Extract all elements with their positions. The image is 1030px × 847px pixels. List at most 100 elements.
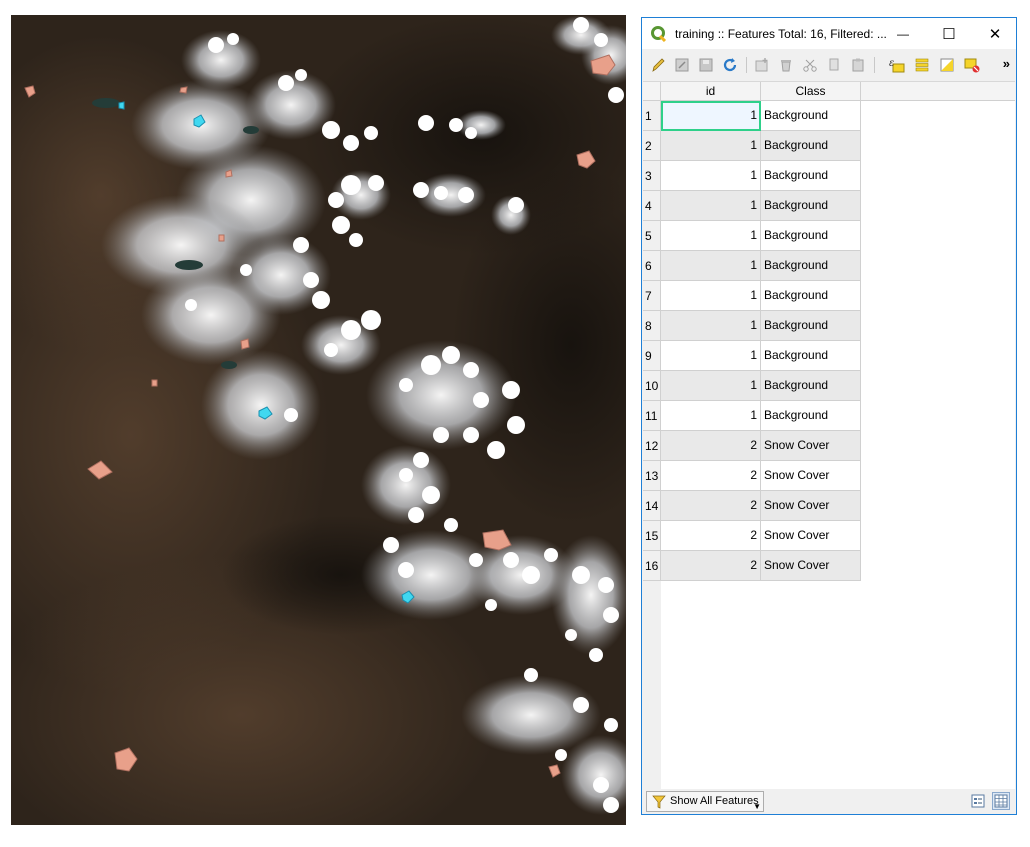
toolbar: ε » bbox=[642, 49, 1016, 81]
row-number[interactable]: 6 bbox=[643, 251, 661, 281]
cell-id[interactable]: 1 bbox=[661, 311, 761, 341]
cell-class[interactable]: Background bbox=[761, 101, 861, 131]
table-row[interactable]: 6 1 Background bbox=[643, 251, 861, 281]
cell-id[interactable]: 2 bbox=[661, 491, 761, 521]
form-view-button[interactable] bbox=[969, 792, 987, 810]
cell-class[interactable]: Background bbox=[761, 371, 861, 401]
cell-class[interactable]: Background bbox=[761, 221, 861, 251]
row-number[interactable]: 9 bbox=[643, 341, 661, 371]
row-number[interactable]: 2 bbox=[643, 131, 661, 161]
table-row[interactable]: 15 2 Snow Cover bbox=[643, 521, 861, 551]
cell-id[interactable]: 1 bbox=[661, 251, 761, 281]
close-button[interactable]: ✕ bbox=[972, 18, 1018, 49]
cell-id[interactable]: 1 bbox=[661, 101, 761, 131]
maximize-button[interactable]: ☐ bbox=[926, 18, 972, 49]
cell-id[interactable]: 1 bbox=[661, 191, 761, 221]
toggle-edit-icon[interactable] bbox=[648, 55, 668, 75]
cell-class[interactable]: Background bbox=[761, 131, 861, 161]
cell-id[interactable]: 1 bbox=[661, 281, 761, 311]
cell-id[interactable]: 1 bbox=[661, 341, 761, 371]
row-number[interactable]: 13 bbox=[643, 461, 661, 491]
minimize-button[interactable]: — bbox=[880, 18, 926, 49]
cell-id[interactable]: 2 bbox=[661, 461, 761, 491]
cell-class[interactable]: Snow Cover bbox=[761, 431, 861, 461]
table-row[interactable]: 8 1 Background bbox=[643, 311, 861, 341]
filter-label: Show All Features bbox=[670, 795, 759, 807]
row-number[interactable]: 11 bbox=[643, 401, 661, 431]
map-canvas[interactable] bbox=[11, 15, 626, 825]
cell-id[interactable]: 2 bbox=[661, 551, 761, 581]
feature-filter-button[interactable]: Show All Features ▼ bbox=[646, 791, 764, 812]
attribute-table[interactable]: id Class 1 1 Background 2 1 Background 3 1 Backg… bbox=[643, 81, 1015, 789]
table-row[interactable]: 4 1 Background bbox=[643, 191, 861, 221]
row-number[interactable]: 10 bbox=[643, 371, 661, 401]
table-view-button[interactable] bbox=[992, 792, 1010, 810]
cell-id[interactable]: 1 bbox=[661, 371, 761, 401]
table-row[interactable]: 2 1 Background bbox=[643, 131, 861, 161]
select-all-icon[interactable] bbox=[912, 55, 932, 75]
cell-class[interactable]: Background bbox=[761, 191, 861, 221]
attribute-table-window: training :: Features Total: 16, Filtered… bbox=[641, 17, 1017, 815]
paste-icon[interactable] bbox=[848, 55, 868, 75]
header-filler bbox=[861, 82, 1015, 101]
cell-id[interactable]: 1 bbox=[661, 161, 761, 191]
cell-class[interactable]: Background bbox=[761, 401, 861, 431]
cell-class[interactable]: Background bbox=[761, 341, 861, 371]
table-row[interactable]: 16 2 Snow Cover bbox=[643, 551, 861, 581]
cell-class[interactable]: Background bbox=[761, 281, 861, 311]
table-row[interactable]: 10 1 Background bbox=[643, 371, 861, 401]
chevron-down-icon: ▼ bbox=[753, 802, 761, 811]
reload-icon[interactable] bbox=[720, 55, 740, 75]
table-row[interactable]: 14 2 Snow Cover bbox=[643, 491, 861, 521]
table-row[interactable]: 3 1 Background bbox=[643, 161, 861, 191]
row-number[interactable]: 14 bbox=[643, 491, 661, 521]
cell-id[interactable]: 2 bbox=[661, 431, 761, 461]
row-number[interactable]: 15 bbox=[643, 521, 661, 551]
minimize-icon: — bbox=[897, 26, 909, 41]
save-edits-icon[interactable] bbox=[696, 55, 716, 75]
table-row[interactable]: 5 1 Background bbox=[643, 221, 861, 251]
cell-id[interactable]: 2 bbox=[661, 521, 761, 551]
cell-id[interactable]: 1 bbox=[661, 221, 761, 251]
table-row[interactable]: 1 1 Background bbox=[643, 101, 861, 131]
invert-selection-icon[interactable] bbox=[937, 55, 957, 75]
delete-feature-icon[interactable] bbox=[776, 55, 796, 75]
table-row[interactable]: 7 1 Background bbox=[643, 281, 861, 311]
table-row[interactable]: 13 2 Snow Cover bbox=[643, 461, 861, 491]
cell-class[interactable]: Snow Cover bbox=[761, 491, 861, 521]
column-header-id[interactable]: id bbox=[661, 82, 761, 101]
expression-select-icon[interactable]: ε bbox=[886, 55, 906, 75]
table-view-icon bbox=[994, 794, 1008, 808]
row-number[interactable]: 7 bbox=[643, 281, 661, 311]
cell-class[interactable]: Background bbox=[761, 161, 861, 191]
multi-edit-icon[interactable] bbox=[672, 55, 692, 75]
add-feature-icon[interactable] bbox=[752, 55, 772, 75]
deselect-all-icon[interactable] bbox=[962, 55, 982, 75]
cell-id[interactable]: 1 bbox=[661, 401, 761, 431]
copy-icon[interactable] bbox=[824, 55, 844, 75]
corner-button[interactable] bbox=[643, 82, 661, 101]
table-row[interactable]: 12 2 Snow Cover bbox=[643, 431, 861, 461]
cell-class[interactable]: Snow Cover bbox=[761, 461, 861, 491]
row-number[interactable]: 3 bbox=[643, 161, 661, 191]
cell-id[interactable]: 1 bbox=[661, 131, 761, 161]
row-number[interactable]: 5 bbox=[643, 221, 661, 251]
cell-class[interactable]: Snow Cover bbox=[761, 551, 861, 581]
cell-class[interactable]: Background bbox=[761, 251, 861, 281]
column-header-class[interactable]: Class bbox=[761, 82, 861, 101]
row-number[interactable]: 4 bbox=[643, 191, 661, 221]
row-number[interactable]: 1 bbox=[643, 101, 661, 131]
svg-text:ε: ε bbox=[889, 58, 894, 69]
bottom-bar: Show All Features ▼ bbox=[642, 789, 1016, 814]
cell-class[interactable]: Snow Cover bbox=[761, 521, 861, 551]
more-tools-icon[interactable]: » bbox=[1003, 56, 1010, 71]
row-number[interactable]: 8 bbox=[643, 311, 661, 341]
maximize-icon: ☐ bbox=[942, 25, 956, 43]
table-row[interactable]: 11 1 Background bbox=[643, 401, 861, 431]
row-number[interactable]: 12 bbox=[643, 431, 661, 461]
title-bar[interactable]: training :: Features Total: 16, Filtered… bbox=[642, 18, 1016, 49]
cell-class[interactable]: Background bbox=[761, 311, 861, 341]
cut-icon[interactable] bbox=[800, 55, 820, 75]
table-row[interactable]: 9 1 Background bbox=[643, 341, 861, 371]
row-number[interactable]: 16 bbox=[643, 551, 661, 581]
